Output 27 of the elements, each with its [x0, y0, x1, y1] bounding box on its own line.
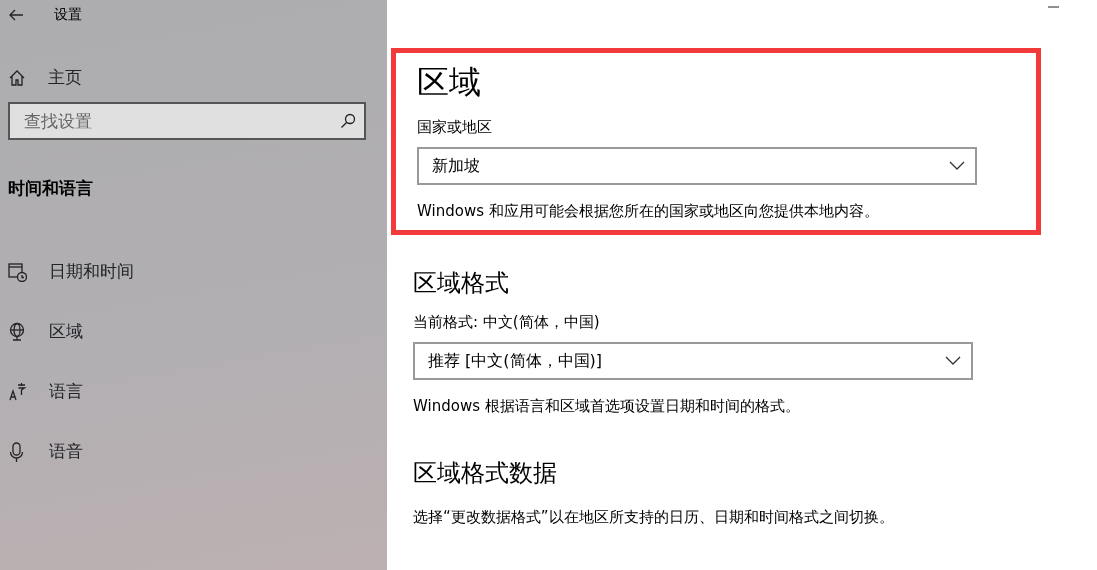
dropdown[interactable]: 新加坡 [417, 146, 977, 185]
chevron-down-icon [945, 356, 961, 365]
section-heading: 区域格式数据 [413, 458, 558, 489]
dropdown[interactable]: 推荐 [中文(简体，中国)] [413, 341, 973, 380]
back-arrow-icon [8, 8, 24, 21]
description-text: 选择“更改数据格式”以在地区所支持的日历、日期和时间格式之间切换。 [413, 507, 895, 528]
field-label: 国家或地区 [417, 117, 493, 138]
section-heading: 区域格式 [413, 268, 510, 299]
search-field[interactable]: 查找设置 [8, 102, 366, 140]
calendar-clock-icon [8, 261, 27, 282]
section-heading: 区域 [417, 62, 482, 103]
category-heading: 时间和语言 [8, 177, 94, 200]
home-link[interactable]: 主页 [8, 60, 387, 96]
field-label: 当前格式: 中文(简体，中国) [413, 312, 601, 333]
globe-icon [8, 321, 27, 342]
sidebar-item[interactable]: 语言 [8, 361, 387, 422]
sidebar-item[interactable]: 区域 [8, 301, 387, 362]
home-icon [8, 69, 26, 87]
search-icon [340, 113, 356, 129]
minimize-icon [1048, 6, 1059, 8]
sidebar-item[interactable]: 语音 [8, 421, 387, 482]
language-icon [8, 381, 27, 402]
sidebar-item[interactable]: 日期和时间 [8, 241, 387, 302]
chevron-down-icon [949, 161, 965, 170]
window-title: 设置 [54, 4, 82, 24]
description-text: Windows 根据语言和区域首选项设置日期和时间的格式。 [413, 395, 801, 417]
description-text: Windows 和应用可能会根据您所在的国家或地区向您提供本地内容。 [417, 200, 880, 222]
